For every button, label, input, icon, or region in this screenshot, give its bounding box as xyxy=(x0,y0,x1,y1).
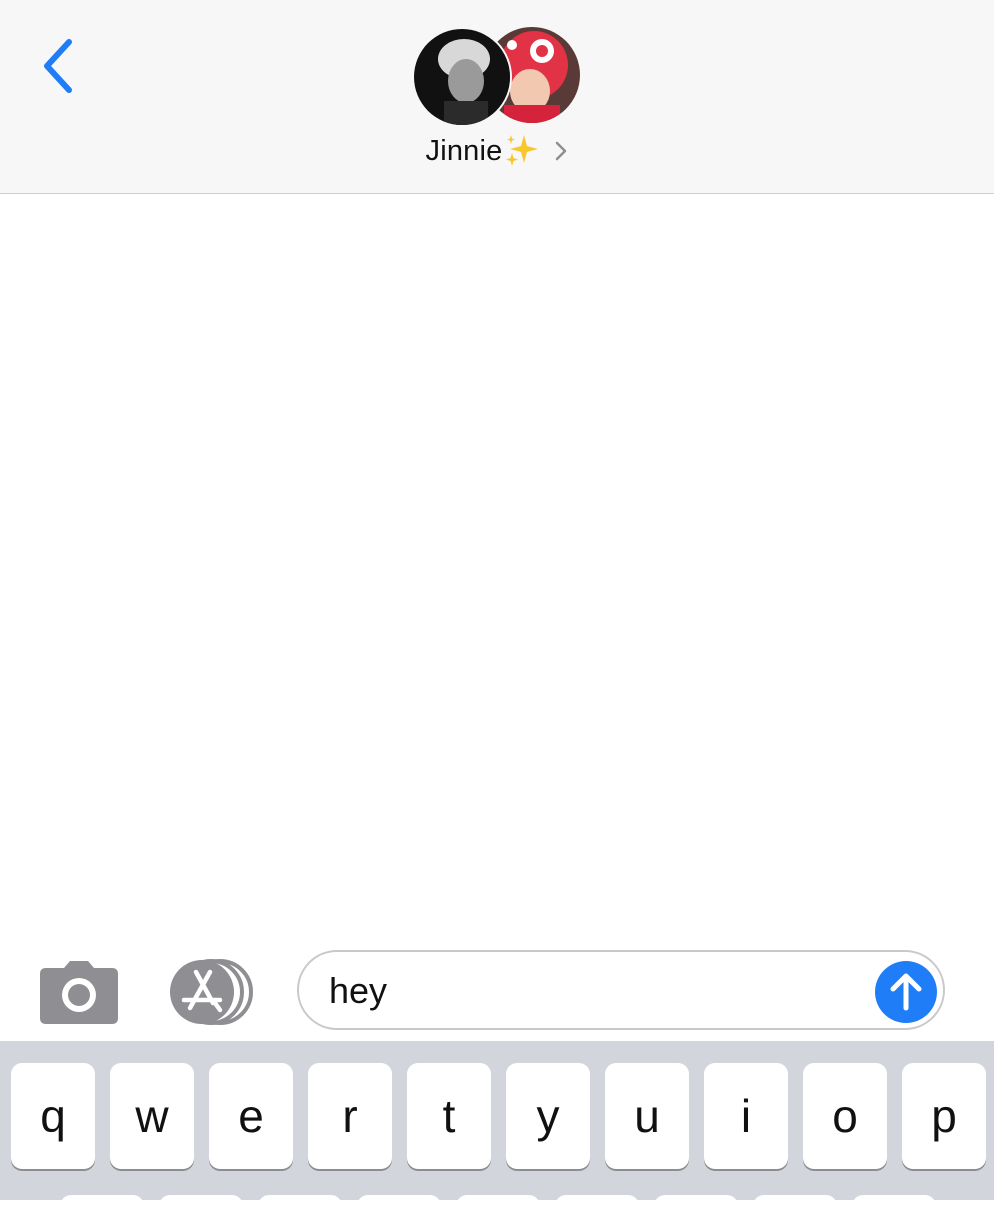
key-partial[interactable] xyxy=(456,1195,540,1215)
key-partial[interactable] xyxy=(357,1195,441,1215)
key-o[interactable]: o xyxy=(803,1063,887,1169)
key-partial[interactable] xyxy=(654,1195,738,1215)
sparkles-icon xyxy=(506,135,539,166)
key-partial[interactable] xyxy=(555,1195,639,1215)
avatar xyxy=(412,27,512,127)
key-u[interactable]: u xyxy=(605,1063,689,1169)
key-partial[interactable] xyxy=(852,1195,936,1215)
message-list[interactable] xyxy=(0,194,994,940)
key-q[interactable]: q xyxy=(11,1063,95,1169)
contact-name-button[interactable]: Jinnie xyxy=(0,131,994,171)
contact-name: Jinnie xyxy=(425,134,503,167)
back-button[interactable] xyxy=(30,30,84,102)
key-partial[interactable] xyxy=(753,1195,837,1215)
contact-avatars[interactable] xyxy=(412,25,584,127)
key-partial[interactable] xyxy=(258,1195,342,1215)
message-input[interactable]: hey xyxy=(297,950,945,1030)
app-store-icon xyxy=(170,959,253,1025)
key-p[interactable]: p xyxy=(902,1063,986,1169)
key-partial[interactable] xyxy=(60,1195,144,1215)
key-w[interactable]: w xyxy=(110,1063,194,1169)
send-button[interactable] xyxy=(875,961,937,1023)
key-t[interactable]: t xyxy=(407,1063,491,1169)
arrow-up-icon xyxy=(890,973,922,1011)
key-y[interactable]: y xyxy=(506,1063,590,1169)
key-r[interactable]: r xyxy=(308,1063,392,1169)
camera-icon xyxy=(40,961,118,1024)
camera-button[interactable] xyxy=(38,960,120,1026)
chevron-left-icon xyxy=(44,39,72,93)
keyboard: q w e r t y u i o p xyxy=(0,1041,994,1215)
apps-button[interactable] xyxy=(166,958,258,1026)
conversation-header: Jinnie xyxy=(0,0,994,194)
message-text[interactable]: hey xyxy=(329,970,387,1012)
key-e[interactable]: e xyxy=(209,1063,293,1169)
key-partial[interactable] xyxy=(159,1195,243,1215)
chevron-right-icon xyxy=(556,141,567,161)
key-i[interactable]: i xyxy=(704,1063,788,1169)
